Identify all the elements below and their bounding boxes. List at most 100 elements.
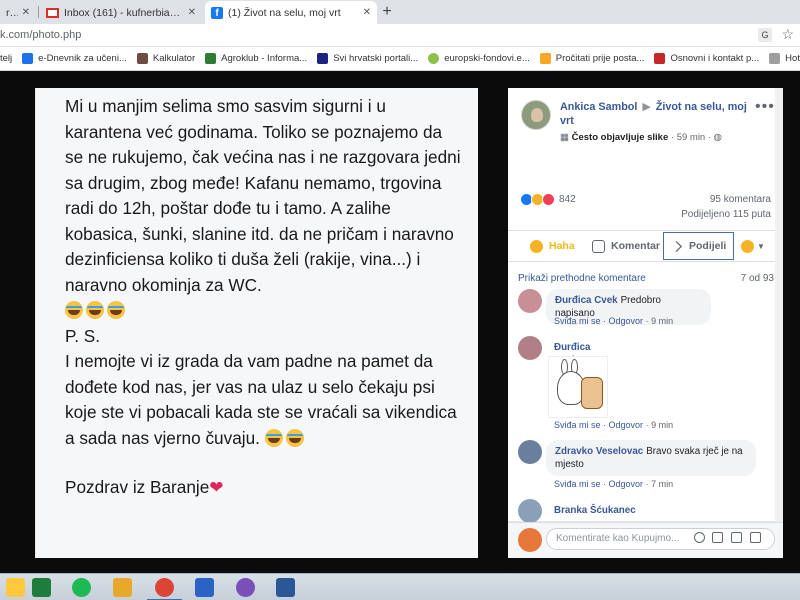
address-bar[interactable]: k.com/photo.php G ☆ — [0, 24, 800, 47]
badge-label: Često objavljuje slike — [571, 132, 669, 143]
haha-button[interactable]: Haha — [530, 232, 575, 260]
commenter-name[interactable]: Branka Šćukanec — [554, 504, 636, 517]
comment-button[interactable]: Komentar — [592, 232, 660, 260]
reaction-emoji-icon — [741, 239, 754, 253]
reactions-count: 842 — [559, 194, 576, 205]
panel-scrollbar[interactable] — [775, 88, 783, 522]
bookmark-item[interactable]: Kalkulator — [136, 53, 195, 64]
facebook-icon: f — [211, 6, 223, 19]
app-icon[interactable] — [236, 578, 255, 597]
windows-security-icon[interactable] — [195, 578, 214, 597]
spotify-icon[interactable] — [72, 578, 91, 597]
emoji-row — [65, 298, 465, 324]
ps-label: P. S. — [65, 325, 101, 346]
reaction-picker-button[interactable]: ▼ — [741, 232, 765, 260]
close-tab-icon[interactable]: ✕ — [22, 7, 30, 18]
love-reaction-icon — [542, 193, 555, 206]
comment-time[interactable]: 9 min — [651, 316, 673, 326]
word-icon[interactable] — [276, 578, 295, 597]
post-paragraph: Mi u manjim selima smo sasvim sigurni i … — [65, 96, 461, 295]
bookmark-favicon-icon — [22, 53, 34, 64]
bookmark-item[interactable]: europski-fondovi.e... — [428, 53, 530, 64]
shares-count[interactable]: Podijeljeno 115 puta — [650, 209, 771, 220]
share-button[interactable]: Podijeli — [663, 232, 734, 260]
comment-bubble: Branka Šćukanec — [546, 504, 647, 517]
author-name-link[interactable]: Ankica Sambol — [560, 101, 637, 113]
bunny-thumbs-up-sticker — [548, 356, 608, 418]
tab-yahoo[interactable]: r@y ✕ — [0, 1, 36, 24]
like-comment-link[interactable]: Sviđa mi se — [554, 479, 601, 489]
bookmark-favicon-icon — [317, 53, 329, 64]
sticker-icon[interactable] — [750, 532, 761, 543]
avatar[interactable] — [518, 440, 542, 464]
tab-facebook[interactable]: f (1) Život na selu, moj vrt ✕ — [205, 1, 377, 24]
current-user-avatar[interactable] — [518, 528, 542, 552]
gif-icon[interactable] — [731, 532, 742, 543]
close-tab-icon[interactable]: ✕ — [363, 7, 371, 18]
signoff: Pozdrav iz Baranje❤ — [65, 477, 224, 497]
post-meta: ▦ Često objavljuje slike · 59 min · ◍ — [560, 132, 722, 143]
translate-icon[interactable]: G — [758, 28, 772, 42]
avatar[interactable] — [518, 289, 542, 313]
post-time[interactable]: 59 min — [677, 132, 706, 143]
more-options-icon[interactable]: ••• — [755, 98, 775, 116]
tab-strip: r@y ✕ Inbox (161) - kufnerbianka@gm... ✕… — [0, 0, 800, 24]
bookmark-item[interactable]: telj — [0, 53, 12, 64]
bookmark-favicon-icon — [769, 53, 781, 64]
reply-link[interactable]: Odgovor — [609, 479, 644, 489]
windows-taskbar — [0, 573, 800, 600]
comment-icon — [592, 239, 605, 253]
app-icon[interactable] — [113, 578, 132, 597]
commenter-name[interactable]: Đurđica Cvek — [555, 295, 618, 306]
bookmark-favicon-icon — [539, 53, 551, 64]
camera-icon[interactable] — [712, 532, 723, 543]
bookmark-item[interactable]: Hotelijersko-tu — [769, 53, 800, 64]
comment-time[interactable]: 7 min — [651, 479, 673, 489]
emoji-picker-icon[interactable] — [694, 532, 705, 543]
laughing-emoji-icon — [65, 301, 83, 319]
avatar[interactable] — [518, 499, 542, 523]
rofl-emoji-icon — [86, 301, 104, 319]
reply-link[interactable]: Odgovor — [609, 420, 644, 430]
comment-meta: Sviđa mi se · Odgovor · 9 min — [554, 420, 674, 430]
bookmark-favicon-icon — [428, 53, 440, 64]
comments-pagination: 7 od 93 — [740, 273, 774, 284]
reply-link[interactable]: Odgovor — [609, 316, 644, 326]
bookmark-item[interactable]: e-Dnevnik za učeni... — [22, 53, 127, 64]
new-tab-button[interactable]: + — [378, 2, 396, 22]
comment-meta: Sviđa mi se · Odgovor · 7 min — [554, 479, 674, 489]
comment-bubble: Zdravko Veselovac Bravo svaka rječ je na … — [546, 440, 756, 476]
post-photo[interactable]: Mi u manjim selima smo sasvim sigurni i … — [35, 88, 478, 558]
bookmark-item[interactable]: Pročitati prije posta... — [539, 53, 644, 64]
like-comment-link[interactable]: Sviđa mi se — [554, 420, 601, 430]
bookmark-star-icon[interactable]: ☆ — [781, 26, 794, 43]
badge-icon: ▦ — [560, 132, 569, 143]
url-text[interactable]: k.com/photo.php — [0, 29, 81, 41]
comments-count[interactable]: 95 komentara — [650, 194, 771, 205]
laughing-emoji-icon — [107, 301, 125, 319]
close-tab-icon[interactable]: ✕ — [188, 7, 196, 18]
ps-paragraph: I nemojte vi iz grada da vam padne na pa… — [65, 351, 457, 448]
bookmark-item[interactable]: Agroklub - Informa... — [205, 53, 307, 64]
calculator-icon — [136, 53, 148, 64]
show-previous-comments-link[interactable]: Prikaži prethodne komentare — [518, 273, 646, 284]
bookmark-favicon-icon — [654, 53, 666, 64]
comment-time[interactable]: 9 min — [651, 420, 673, 430]
post-author: Ankica Sambol ▶ Život na selu, moj vrt — [560, 100, 750, 128]
globe-icon: ◍ — [713, 132, 722, 143]
bookmark-item[interactable]: Svi hrvatski portali... — [317, 53, 418, 64]
chrome-icon[interactable] — [147, 578, 182, 600]
file-explorer-icon[interactable] — [6, 578, 25, 597]
tab-gmail[interactable]: Inbox (161) - kufnerbianka@gm... ✕ — [40, 1, 202, 24]
rofl-emoji-icon — [285, 428, 304, 447]
share-icon — [670, 240, 683, 252]
bookmark-item[interactable]: Osnovni i kontakt p... — [654, 53, 759, 64]
reactions-summary[interactable]: 842 — [520, 193, 576, 206]
excel-icon[interactable] — [32, 578, 51, 597]
avatar[interactable] — [518, 336, 542, 360]
author-avatar[interactable] — [521, 100, 551, 130]
arrow-right-icon: ▶ — [642, 101, 651, 113]
commenter-name[interactable]: Zdravko Veselovac — [555, 446, 643, 457]
like-comment-link[interactable]: Sviđa mi se — [554, 316, 601, 326]
